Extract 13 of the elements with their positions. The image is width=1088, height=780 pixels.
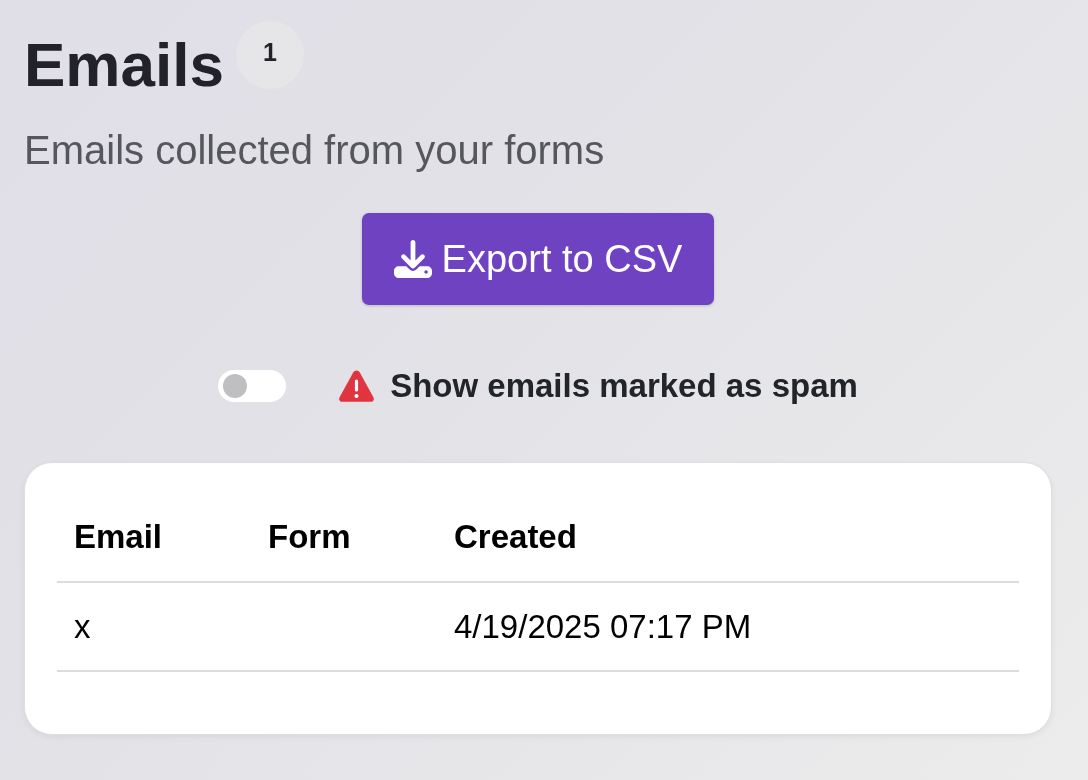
table-cell: 4/19/2025 07:17 PM <box>437 582 1019 671</box>
column-header: Email <box>57 494 251 582</box>
column-header: Form <box>251 494 437 582</box>
download-icon <box>393 240 432 278</box>
count-badge: 1 <box>235 21 304 89</box>
spam-toggle[interactable] <box>218 370 287 402</box>
table-cell: x <box>57 582 251 671</box>
column-header: Created <box>437 494 1019 582</box>
export-button[interactable]: Export to CSV <box>361 213 715 305</box>
page-title: Emails <box>24 29 224 101</box>
page-subtitle: Emails collected from your forms <box>24 127 606 174</box>
warning-icon <box>338 369 376 403</box>
toggle-label: Show emails marked as spam <box>390 367 858 405</box>
